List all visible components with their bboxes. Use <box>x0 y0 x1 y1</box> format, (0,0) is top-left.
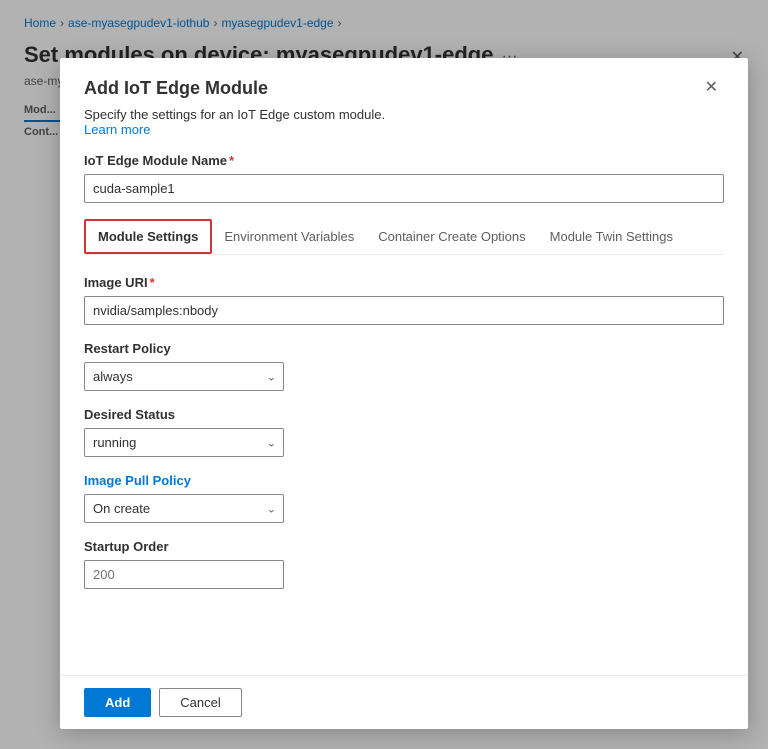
add-iot-module-dialog: Add IoT Edge Module ✕ Specify the settin… <box>60 58 748 729</box>
image-pull-policy-dropdown-wrap: On create Never ⌄ <box>84 494 284 523</box>
tab-content-module-settings: Image URI * Restart Policy always never … <box>84 255 724 589</box>
module-tabs: Module Settings Environment Variables Co… <box>84 219 724 255</box>
modal-close-button[interactable]: ✕ <box>699 78 724 98</box>
required-star-uri: * <box>150 275 155 290</box>
image-pull-policy-label: Image Pull Policy <box>84 473 724 488</box>
modal-footer: Add Cancel <box>60 675 748 729</box>
module-name-input[interactable] <box>84 174 724 203</box>
image-uri-label: Image URI * <box>84 275 724 290</box>
cancel-button[interactable]: Cancel <box>159 688 241 717</box>
modal-header: Add IoT Edge Module ✕ <box>60 58 748 99</box>
restart-policy-field: Restart Policy always never on-failure o… <box>84 341 724 391</box>
tab-module-settings[interactable]: Module Settings <box>84 219 212 254</box>
image-uri-input[interactable] <box>84 296 724 325</box>
modal-desc-text: Specify the settings for an IoT Edge cus… <box>84 107 724 122</box>
image-uri-field: Image URI * <box>84 275 724 325</box>
desired-status-field: Desired Status running stopped ⌄ <box>84 407 724 457</box>
startup-order-input[interactable] <box>84 560 284 589</box>
desired-status-select[interactable]: running stopped <box>84 428 284 457</box>
startup-order-field: Startup Order <box>84 539 724 589</box>
tab-module-twin-settings[interactable]: Module Twin Settings <box>538 219 685 254</box>
restart-policy-select[interactable]: always never on-failure on-unhealthy <box>84 362 284 391</box>
module-name-label: IoT Edge Module Name * <box>84 153 724 168</box>
modal-body: IoT Edge Module Name * Module Settings E… <box>60 137 748 675</box>
modal-title: Add IoT Edge Module <box>84 78 268 99</box>
add-button[interactable]: Add <box>84 688 151 717</box>
restart-policy-label: Restart Policy <box>84 341 724 356</box>
image-pull-policy-select[interactable]: On create Never <box>84 494 284 523</box>
modal-description: Specify the settings for an IoT Edge cus… <box>60 99 748 137</box>
module-name-field: IoT Edge Module Name * <box>84 153 724 203</box>
learn-more-link[interactable]: Learn more <box>84 122 150 137</box>
startup-order-label: Startup Order <box>84 539 724 554</box>
tab-environment-variables[interactable]: Environment Variables <box>212 219 366 254</box>
restart-policy-dropdown-wrap: always never on-failure on-unhealthy ⌄ <box>84 362 284 391</box>
desired-status-dropdown-wrap: running stopped ⌄ <box>84 428 284 457</box>
desired-status-label: Desired Status <box>84 407 724 422</box>
tab-container-create-options[interactable]: Container Create Options <box>366 219 537 254</box>
required-star-name: * <box>229 153 234 168</box>
image-pull-policy-field: Image Pull Policy On create Never ⌄ <box>84 473 724 523</box>
